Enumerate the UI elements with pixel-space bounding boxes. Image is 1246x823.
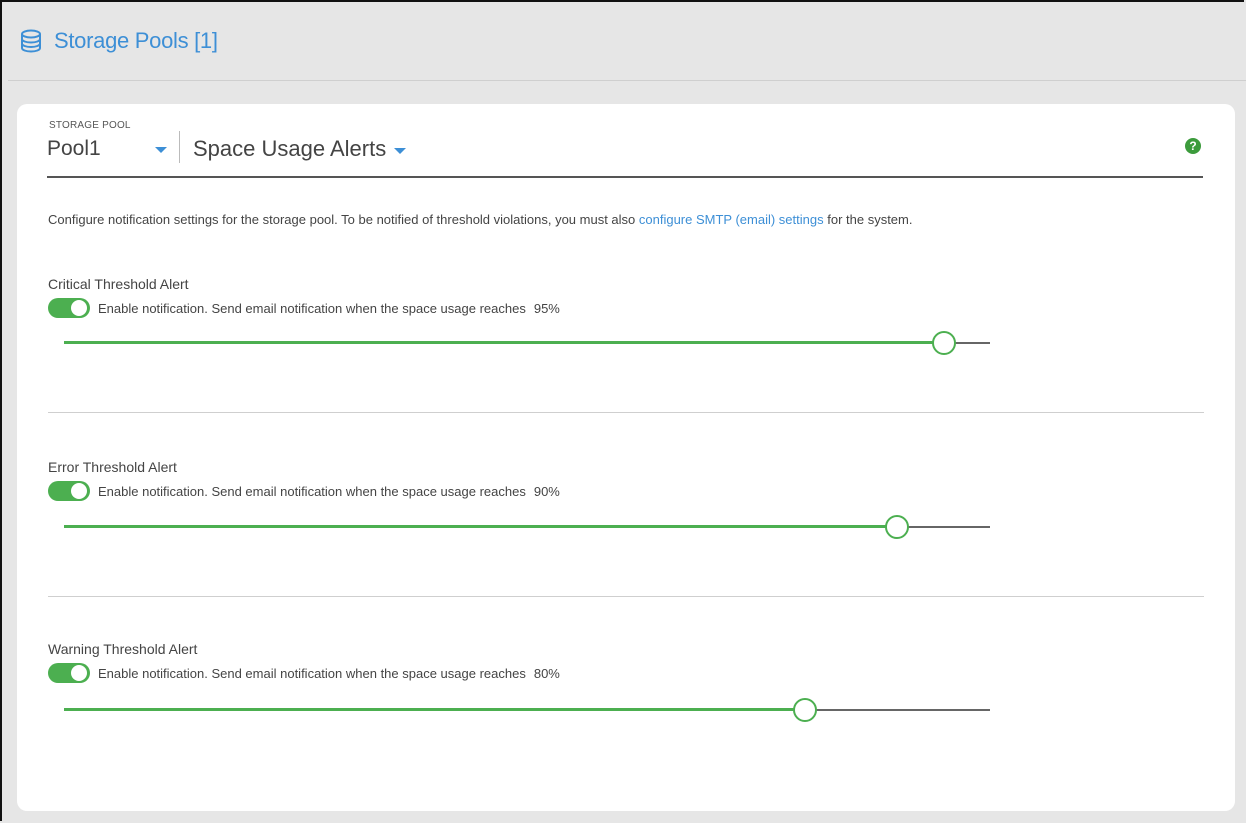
toggle-row: Enable notification. Send email notifica…	[48, 481, 1204, 501]
intro-text-before: Configure notification settings for the …	[48, 212, 639, 227]
pool-dropdown[interactable]: Pool1	[47, 134, 175, 164]
slider-thumb[interactable]	[932, 331, 956, 355]
chevron-down-icon	[394, 147, 407, 154]
warning-threshold-slider[interactable]	[64, 698, 990, 722]
slider-fill	[64, 525, 897, 528]
intro-text-after: for the system.	[823, 212, 913, 227]
error-enable-toggle[interactable]	[48, 481, 90, 501]
error-alert-section: Error Threshold Alert Enable notificatio…	[48, 459, 1204, 539]
percent-value: 80%	[533, 665, 560, 681]
chevron-down-icon	[155, 147, 167, 153]
pool-label: STORAGE POOL	[49, 120, 131, 131]
card-header: STORAGE POOL Pool1 Space Usage Alerts ?	[47, 118, 1203, 178]
pool-value: Pool1	[47, 137, 101, 160]
warning-alert-section: Warning Threshold Alert Enable notificat…	[48, 641, 1204, 722]
toggle-row: Enable notification. Send email notifica…	[48, 663, 1204, 683]
slider-fill	[64, 708, 805, 711]
header-divider	[179, 131, 180, 163]
page-title: Storage Pools [1]	[54, 28, 218, 53]
toggle-knob	[71, 665, 87, 681]
view-value: Space Usage Alerts	[193, 136, 387, 161]
percent-value: 95%	[533, 300, 560, 316]
page-header: Storage Pools [1]	[8, 2, 1246, 81]
warning-enable-toggle[interactable]	[48, 663, 90, 683]
critical-threshold-slider[interactable]	[64, 331, 990, 355]
database-icon	[21, 29, 41, 53]
toggle-row: Enable notification. Send email notifica…	[48, 298, 1204, 318]
critical-alert-section: Critical Threshold Alert Enable notifica…	[48, 276, 1204, 355]
smtp-settings-link[interactable]: configure SMTP (email) settings	[639, 212, 824, 227]
section-divider	[48, 596, 1204, 597]
intro-text: Configure notification settings for the …	[48, 212, 912, 227]
section-title: Warning Threshold Alert	[48, 641, 198, 657]
section-divider	[48, 412, 1204, 413]
help-icon[interactable]: ?	[1185, 138, 1201, 154]
critical-enable-toggle[interactable]	[48, 298, 90, 318]
slider-fill	[64, 341, 944, 344]
slider-thumb[interactable]	[885, 515, 909, 539]
section-title: Critical Threshold Alert	[48, 276, 189, 292]
alerts-card: STORAGE POOL Pool1 Space Usage Alerts ? …	[17, 104, 1235, 811]
toggle-description: Enable notification. Send email notifica…	[98, 483, 526, 499]
toggle-knob	[71, 300, 87, 316]
view-dropdown[interactable]: Space Usage Alerts	[193, 134, 407, 164]
percent-value: 90%	[533, 483, 560, 499]
toggle-description: Enable notification. Send email notifica…	[98, 300, 526, 316]
slider-thumb[interactable]	[793, 698, 817, 722]
error-threshold-slider[interactable]	[64, 515, 990, 539]
toggle-knob	[71, 483, 87, 499]
toggle-description: Enable notification. Send email notifica…	[98, 665, 526, 681]
section-title: Error Threshold Alert	[48, 459, 177, 475]
